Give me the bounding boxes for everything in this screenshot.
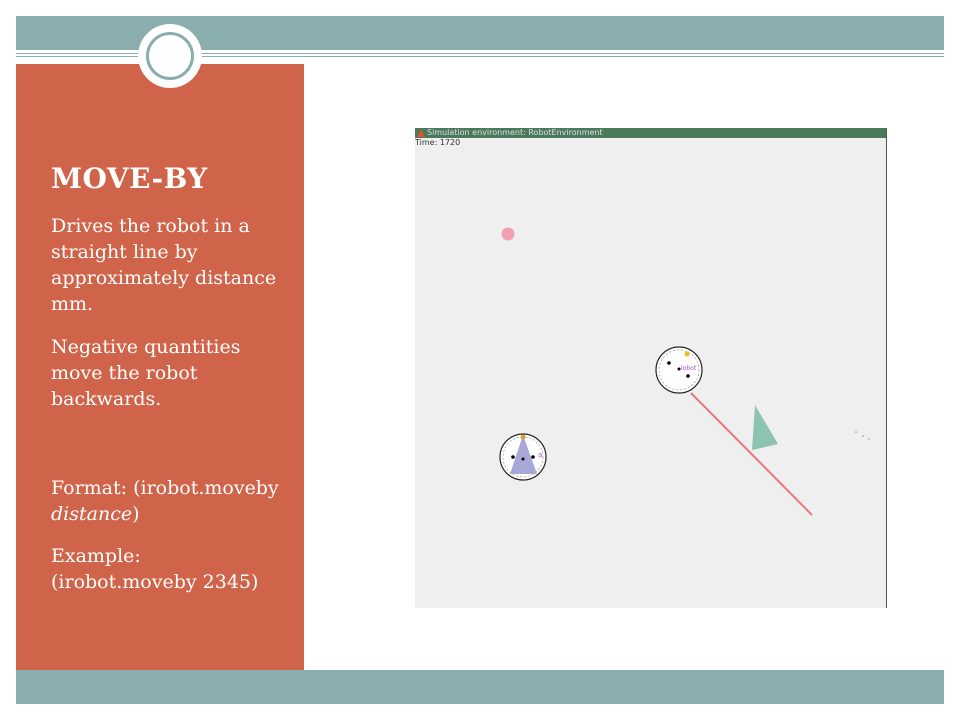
bottom-accent-band (16, 670, 944, 704)
robot-1-wheel-right (531, 455, 535, 459)
robot-2-wheel-right (686, 374, 690, 378)
example-paragraph: Example: (irobot.moveby 2345) (51, 543, 291, 595)
green-triangle-marker (752, 405, 778, 450)
example-code: (irobot.moveby 2345) (51, 571, 259, 593)
sensor-beam (690, 392, 813, 516)
robot-2-wheel-left (667, 361, 671, 365)
simulation-canvas: a lobot (499, 227, 870, 516)
simulator-window-title: Simulation environment: RobotEnvironment (427, 128, 603, 137)
robot-1-front-marker (520, 434, 526, 440)
format-argument: distance (51, 503, 133, 525)
circle-ring (146, 32, 194, 80)
format-prefix: Format: (irobot.moveby (51, 477, 279, 499)
simulator-time-readout: Time: 1720 (415, 138, 461, 147)
negative-note-paragraph: Negative quantities move the robot backw… (51, 336, 241, 410)
java-app-icon (417, 129, 425, 137)
robot-2: lobot (655, 346, 703, 394)
robot-2-front-marker (684, 351, 690, 357)
simulator-title-bar[interactable]: Simulation environment: RobotEnvironment (415, 128, 886, 138)
speck-2 (862, 435, 864, 437)
robot-1-label: a (538, 451, 542, 459)
robot-1: a (499, 433, 547, 481)
description-paragraph: Drives the robot in a straight line by a… (51, 215, 277, 315)
slide-title: MOVE-BY (51, 162, 208, 195)
simulator-screenshot: a lobot Simulation environment: RobotEnv… (415, 128, 887, 608)
decorative-circle-icon (138, 24, 202, 88)
robot-1-wheel-left (511, 455, 515, 459)
speck-3 (868, 438, 870, 440)
slide: MOVE-BY Drives the robot in a straight l… (16, 16, 944, 704)
target-dot (501, 227, 515, 241)
speck-1 (855, 431, 857, 433)
format-suffix: ) (132, 503, 140, 525)
robot-2-label: lobot (681, 365, 697, 372)
robot-1-center (521, 457, 525, 461)
example-label: Example: (51, 545, 141, 567)
format-paragraph: Format: (irobot.moveby distance) (51, 475, 291, 527)
